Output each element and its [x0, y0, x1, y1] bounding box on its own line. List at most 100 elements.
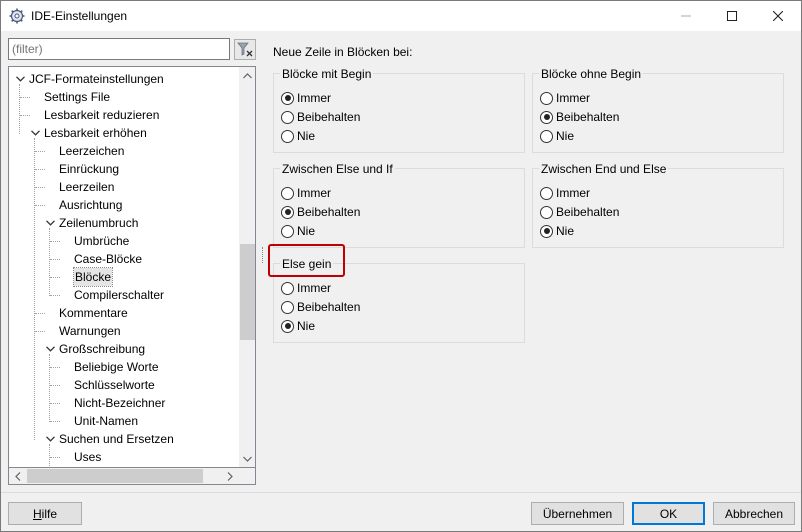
- group-zwischen-end-und-else: Zwischen End und Else Immer Beibehalten Nie: [532, 162, 784, 248]
- radio-button-icon[interactable]: [540, 224, 553, 238]
- tree-item-label: Kommentare: [59, 306, 128, 320]
- radio-button-icon[interactable]: [281, 224, 294, 238]
- radio-immer[interactable]: Immer: [281, 184, 331, 202]
- tree-items: JCF-Formateinstellungen Settings File Lesb…: [9, 67, 238, 467]
- radio-button-icon[interactable]: [281, 319, 294, 333]
- expand-chevron-icon[interactable]: [44, 340, 56, 358]
- tree-connector: [50, 295, 60, 296]
- ok-button[interactable]: OK: [632, 502, 705, 525]
- radio-button-icon[interactable]: [540, 205, 553, 219]
- radio-button-icon[interactable]: [281, 300, 294, 314]
- minimize-button[interactable]: [663, 1, 709, 31]
- radio-beibehalten[interactable]: Beibehalten: [540, 108, 619, 126]
- expand-chevron-icon[interactable]: [44, 214, 56, 232]
- scroll-down-arrow-icon[interactable]: [239, 450, 255, 467]
- close-button[interactable]: [755, 1, 801, 31]
- tree-horizontal-scroll-thumb[interactable]: [27, 469, 203, 483]
- clear-filter-button[interactable]: [234, 39, 256, 60]
- radio-label[interactable]: Beibehalten: [556, 110, 619, 124]
- radio-button-icon[interactable]: [540, 186, 553, 200]
- radio-button-icon[interactable]: [540, 91, 553, 105]
- radio-nie[interactable]: Nie: [540, 222, 574, 240]
- tree-vertical-scrollbar[interactable]: [239, 67, 255, 467]
- radio-beibehalten[interactable]: Beibehalten: [540, 203, 619, 221]
- radio-button-icon[interactable]: [281, 281, 294, 295]
- expand-chevron-icon[interactable]: [44, 430, 56, 448]
- radio-label[interactable]: Nie: [556, 224, 574, 238]
- tree-item-label: Lesbarkeit erhöhen: [44, 126, 147, 140]
- radio-beibehalten[interactable]: Beibehalten: [281, 203, 360, 221]
- group-title: Blöcke mit Begin: [280, 67, 374, 81]
- radio-label[interactable]: Immer: [297, 281, 331, 295]
- cancel-button[interactable]: Abbrechen: [713, 502, 795, 525]
- settings-tree[interactable]: JCF-Formateinstellungen Settings File Lesb…: [8, 66, 256, 468]
- help-button[interactable]: Hilfe: [8, 502, 82, 525]
- radio-label[interactable]: Immer: [297, 186, 331, 200]
- tree-item-label: Großschreibung: [59, 342, 146, 356]
- tree-vertical-scroll-thumb[interactable]: [240, 244, 255, 340]
- radio-nie[interactable]: Nie: [281, 317, 315, 335]
- tree-connector: [50, 421, 60, 422]
- settings-dialog: IDE-Einstellungen JCF-Formateinstellunge…: [0, 0, 802, 532]
- scroll-up-arrow-icon[interactable]: [239, 67, 255, 84]
- tree-connector: [50, 457, 60, 458]
- radio-nie[interactable]: Nie: [281, 127, 315, 145]
- tree-connector: [35, 205, 45, 206]
- radio-label[interactable]: Nie: [297, 129, 315, 143]
- expand-chevron-icon[interactable]: [29, 124, 41, 142]
- bottom-separator: [1, 492, 801, 493]
- group-title: Zwischen Else und If: [280, 162, 395, 176]
- radio-label[interactable]: Beibehalten: [297, 110, 360, 124]
- tree-item-label: Case-Blöcke: [74, 252, 143, 266]
- tree-item-label: Uses: [74, 450, 102, 464]
- radio-button-icon[interactable]: [281, 205, 294, 219]
- radio-label[interactable]: Nie: [556, 129, 574, 143]
- tree-item-label: Einrückung: [59, 162, 120, 176]
- group-zwischen-else-und-if: Zwischen Else und If Immer Beibehalten Nie: [273, 162, 525, 248]
- radio-label[interactable]: Nie: [297, 319, 315, 333]
- panel-splitter[interactable]: [262, 247, 264, 263]
- radio-label[interactable]: Beibehalten: [297, 205, 360, 219]
- radio-nie[interactable]: Nie: [540, 127, 574, 145]
- radio-label[interactable]: Immer: [556, 186, 590, 200]
- scroll-right-arrow-icon[interactable]: [221, 468, 238, 484]
- radio-label[interactable]: Beibehalten: [556, 205, 619, 219]
- tree-item-label: Blöcke: [72, 267, 114, 287]
- radio-immer[interactable]: Immer: [540, 184, 590, 202]
- radio-button-icon[interactable]: [281, 129, 294, 143]
- apply-button[interactable]: Übernehmen: [531, 502, 624, 525]
- expand-chevron-icon[interactable]: [14, 70, 26, 88]
- tree-guide-line: [49, 228, 50, 296]
- radio-button-icon[interactable]: [540, 110, 553, 124]
- radio-button-icon[interactable]: [281, 110, 294, 124]
- group-title: Zwischen End und Else: [539, 162, 669, 176]
- tree-horizontal-scrollbar[interactable]: [8, 468, 256, 485]
- scroll-left-arrow-icon[interactable]: [9, 468, 26, 484]
- tree-connector: [35, 331, 45, 332]
- radio-label[interactable]: Beibehalten: [297, 300, 360, 314]
- radio-beibehalten[interactable]: Beibehalten: [281, 298, 360, 316]
- tree-connector: [20, 97, 30, 98]
- radio-immer[interactable]: Immer: [281, 279, 331, 297]
- radio-immer[interactable]: Immer: [540, 89, 590, 107]
- radio-label[interactable]: Immer: [556, 91, 590, 105]
- maximize-button[interactable]: [709, 1, 755, 31]
- radio-button-icon[interactable]: [281, 186, 294, 200]
- tree-item-label: Leerzeilen: [59, 180, 115, 194]
- radio-label[interactable]: Nie: [297, 224, 315, 238]
- radio-button-icon[interactable]: [281, 91, 294, 105]
- tree-item-label: Suchen und Ersetzen: [59, 432, 174, 446]
- filter-input[interactable]: [8, 38, 230, 60]
- radio-button-icon[interactable]: [540, 129, 553, 143]
- group-title: Blöcke ohne Begin: [539, 67, 644, 81]
- maximize-icon: [727, 11, 737, 21]
- tree-connector: [35, 313, 45, 314]
- help-button-rest: ilfe: [41, 506, 57, 521]
- radio-label[interactable]: Immer: [297, 91, 331, 105]
- radio-immer[interactable]: Immer: [281, 89, 331, 107]
- tree-connector: [50, 277, 60, 278]
- section-heading: Neue Zeile in Blöcken bei:: [273, 45, 413, 59]
- radio-beibehalten[interactable]: Beibehalten: [281, 108, 360, 126]
- radio-nie[interactable]: Nie: [281, 222, 315, 240]
- highlight-annotation: [268, 244, 345, 277]
